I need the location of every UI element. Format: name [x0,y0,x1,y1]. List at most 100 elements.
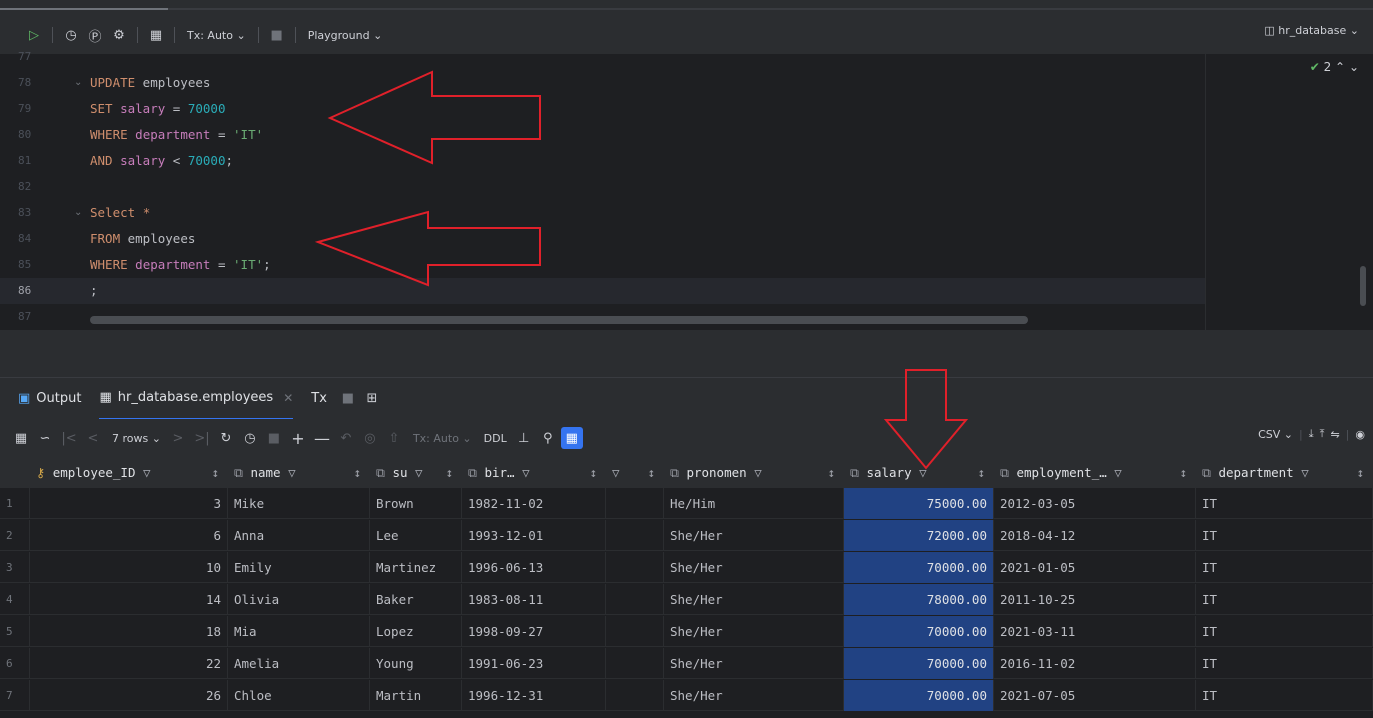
column-header[interactable]: ⧉ employment_… ▽ ↕ [994,457,1196,488]
column-header[interactable]: ⧉ pronomen ▽ ↕ [664,457,844,488]
table-cell[interactable]: Emily [228,552,370,583]
table-row[interactable]: 7 26 Chloe Martin 1996-12-31 She/Her 70000.00 2… [0,680,1373,711]
table-cell[interactable]: She/Her [664,552,844,583]
first-page-icon[interactable]: |< [58,427,80,449]
code-line[interactable]: 81 AND salary < 70000; [0,148,1205,174]
table-row[interactable]: 2 6 Anna Lee 1993-12-01 She/Her 72000.00 2018-0… [0,520,1373,551]
table-cell[interactable]: 70000.00 [844,648,994,679]
column-header[interactable]: ⧉ bir… ▽ ↕ [462,457,606,488]
sort-icon[interactable]: ↕ [647,457,655,488]
table-cell[interactable]: She/Her [664,680,844,711]
table-cell[interactable]: IT [1196,648,1373,679]
table-cell[interactable]: 10 [30,552,228,583]
filter-icon[interactable]: ▽ [1107,465,1122,480]
view-icon[interactable]: ◉ [1355,428,1365,441]
export-format-select[interactable]: CSV ⌄ [1258,428,1293,441]
table-cell[interactable]: 1996-12-31 [462,680,606,711]
tab-tx[interactable]: Tx [311,378,327,420]
table-cell[interactable]: Martin [370,680,462,711]
prev-page-icon[interactable]: < [82,427,104,449]
table-cell[interactable]: 2011-10-25 [994,584,1196,615]
table-row[interactable]: 6 22 Amelia Young 1991-06-23 She/Her 70000.00 2… [0,648,1373,679]
table-cell[interactable]: Young [370,648,462,679]
submit-icon[interactable]: ⇧ [383,427,405,449]
table-cell[interactable]: 70000.00 [844,552,994,583]
filter-icon[interactable]: ▽ [408,465,423,480]
sort-icon[interactable]: ↕ [211,457,219,488]
table-cell[interactable]: She/Her [664,520,844,551]
next-page-icon[interactable]: > [167,427,189,449]
tab-output[interactable]: ▣ Output [18,378,81,420]
table-cell[interactable]: 70000.00 [844,680,994,711]
table-cell[interactable]: IT [1196,616,1373,647]
table-cell[interactable]: She/Her [664,616,844,647]
table-cell[interactable]: 1982-11-02 [462,488,606,519]
playground-select[interactable]: Playground ⌄ [302,29,389,42]
delete-row-icon[interactable]: — [311,427,333,449]
add-row-icon[interactable]: + [287,427,309,449]
table-cell[interactable]: 26 [30,680,228,711]
table-cell[interactable]: IT [1196,552,1373,583]
table-cell[interactable]: 1998-09-27 [462,616,606,647]
table-cell[interactable]: Chloe [228,680,370,711]
sort-icon[interactable]: ↕ [445,457,453,488]
table-cell[interactable]: IT [1196,584,1373,615]
code-line[interactable]: 79 SET salary = 70000 [0,96,1205,122]
filter-icon[interactable]: ▽ [515,465,530,480]
table-row[interactable]: 1 3 Mike Brown 1982-11-02 He/Him 75000.00 2012-… [0,488,1373,519]
last-page-icon[interactable]: >| [191,427,213,449]
pin-icon[interactable]: ⊥ [513,427,535,449]
sort-icon[interactable]: ↕ [977,457,985,488]
stop-icon[interactable]: ■ [337,388,359,410]
table-cell[interactable]: Olivia [228,584,370,615]
table-cell[interactable]: Martinez [370,552,462,583]
history-icon[interactable]: ◷ [239,427,261,449]
table-cell[interactable]: She/Her [664,648,844,679]
table-cell[interactable]: 75000.00 [844,488,994,519]
table-cell[interactable]: 14 [30,584,228,615]
download-icon[interactable]: ⤓ [1309,427,1314,441]
table-cell[interactable] [606,680,664,711]
table-cell[interactable]: Mike [228,488,370,519]
table-cell[interactable]: Anna [228,520,370,551]
table-cell[interactable]: 2021-03-11 [994,616,1196,647]
close-icon[interactable]: ✕ [283,391,293,405]
table-cell[interactable]: 1991-06-23 [462,648,606,679]
sort-icon[interactable]: ↕ [1356,457,1364,488]
sort-icon[interactable]: ↕ [589,457,597,488]
table-cell[interactable]: 2021-01-05 [994,552,1196,583]
table-cell[interactable]: Lopez [370,616,462,647]
filter-icon[interactable]: ▽ [281,465,296,480]
table-cell[interactable]: 2016-11-02 [994,648,1196,679]
table-cell[interactable] [606,616,664,647]
table-cell[interactable]: Brown [370,488,462,519]
table-cell[interactable]: 1993-12-01 [462,520,606,551]
table-cell[interactable]: Baker [370,584,462,615]
table-cell[interactable]: Lee [370,520,462,551]
fold-icon[interactable]: ⌄ [74,70,82,96]
table-cell[interactable]: She/Her [664,584,844,615]
sort-icon[interactable]: ↕ [827,457,835,488]
grid-view-icon[interactable]: ▦ [10,427,32,449]
upload-icon[interactable]: ⤒ [1320,427,1325,441]
layout-icon[interactable]: ⊞ [361,388,383,410]
tab-employees-table[interactable]: ▦ hr_database.employees ✕ [99,378,294,420]
code-line[interactable]: 82 [0,174,1205,200]
inspection-widget[interactable]: ✔ 2 ⌃ ⌄ [1310,60,1359,74]
revert-icon[interactable]: ↶ [335,427,357,449]
chevron-down-icon[interactable]: ⌄ [1349,60,1359,74]
horizontal-scrollbar[interactable] [90,316,1028,324]
table-cell[interactable]: 2018-04-12 [994,520,1196,551]
sort-icon[interactable]: ↕ [1179,457,1187,488]
fold-icon[interactable]: ⌄ [74,200,82,226]
table-cell[interactable]: 1996-06-13 [462,552,606,583]
table-cell[interactable]: 70000.00 [844,616,994,647]
column-header[interactable]: ⧉ name ▽ ↕ [228,457,370,488]
table-cell[interactable]: Amelia [228,648,370,679]
table-cell[interactable]: 3 [30,488,228,519]
filter-icon[interactable]: ▽ [747,465,762,480]
table-cell[interactable] [606,520,664,551]
results-grid[interactable]: ⚷ employee_ID ▽ ↕ ⧉ name ▽ ↕ ⧉ su ▽ ↕ ⧉ bir… ▽… [0,457,1373,718]
table-cell[interactable]: IT [1196,680,1373,711]
filter-toggle-icon[interactable]: ▦ [560,427,583,449]
